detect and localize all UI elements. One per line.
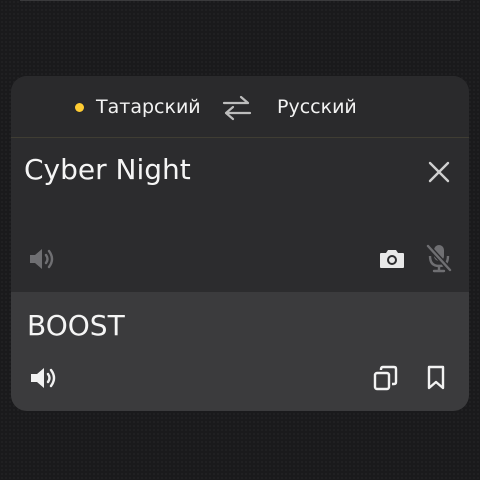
source-panel: Cyber Night: [11, 138, 469, 292]
source-language-label: Татарский: [96, 96, 201, 118]
language-bar: Татарский Русский: [11, 76, 469, 137]
top-divider: [20, 0, 460, 1]
swap-arrows-icon: [222, 95, 252, 121]
copy-button[interactable]: [373, 364, 399, 392]
target-language-label: Русский: [277, 96, 357, 118]
microphone-off-icon: [426, 244, 452, 273]
microphone-button: [425, 243, 453, 273]
source-speak-button: [28, 246, 58, 272]
translator-card: Татарский Русский Cyber Night BOOST: [11, 76, 469, 411]
source-language-selector[interactable]: Татарский: [75, 95, 201, 119]
camera-icon: [380, 250, 404, 268]
source-language-indicator: [75, 102, 84, 112]
target-language-selector[interactable]: Русский: [277, 95, 357, 119]
source-text-input[interactable]: Cyber Night: [24, 152, 191, 188]
translation-panel: BOOST: [11, 292, 469, 411]
camera-button[interactable]: [378, 245, 406, 273]
clear-button[interactable]: [427, 160, 451, 184]
close-icon: [428, 161, 450, 183]
speaker-icon: [30, 249, 54, 269]
speaker-icon: [31, 368, 56, 388]
copy-icon: [373, 365, 398, 391]
translation-speak-button[interactable]: [29, 364, 61, 392]
translation-text: BOOST: [27, 309, 125, 342]
bookmark-button[interactable]: [425, 364, 447, 392]
bookmark-icon: [427, 365, 445, 390]
swap-languages-button[interactable]: [222, 95, 252, 121]
